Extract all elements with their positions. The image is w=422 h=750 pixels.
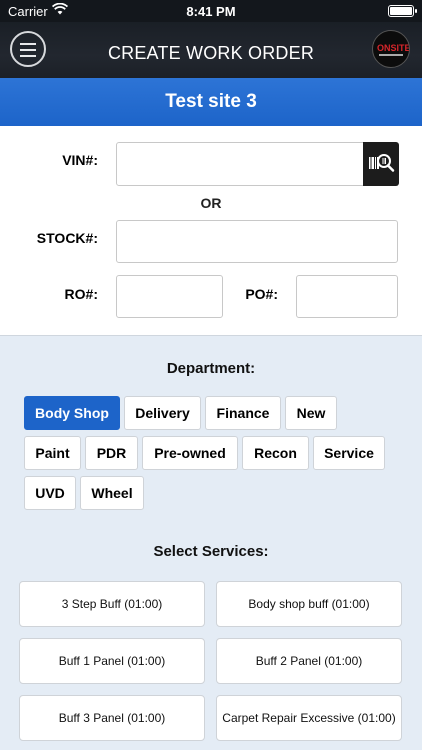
barcode-scan-icon — [369, 154, 395, 172]
service-option[interactable]: Body shop buff (01:00) — [216, 581, 402, 627]
department-chip-body-shop[interactable]: Body Shop — [24, 396, 120, 430]
service-option[interactable]: Carpet Repair Excessive (01:00) — [216, 695, 402, 741]
department-chip-wheel[interactable]: Wheel — [80, 476, 144, 510]
service-option[interactable]: Buff 2 Panel (01:00) — [216, 638, 402, 684]
page-title: CREATE WORK ORDER — [107, 43, 315, 63]
barcode-scan-button[interactable] — [363, 142, 399, 186]
department-chip-delivery[interactable]: Delivery — [124, 396, 201, 430]
nav-bar: CREATE WORK ORDER ONSITE — [0, 22, 422, 78]
po-input[interactable] — [296, 275, 398, 318]
department-chip-pdr[interactable]: PDR — [85, 436, 138, 470]
department-chip-pre-owned[interactable]: Pre-owned — [142, 436, 238, 470]
services-heading: Select Services: — [153, 543, 269, 560]
ro-label: RO#: — [64, 286, 98, 302]
department-chip-finance[interactable]: Finance — [205, 396, 281, 430]
status-bar: Carrier 8:41 PM — [0, 0, 422, 22]
clock: 8:41 PM — [186, 4, 236, 19]
company-logo[interactable]: ONSITE — [372, 30, 410, 68]
department-heading: Department: — [166, 360, 256, 377]
logo-text: ONSITE — [377, 43, 410, 53]
hamburger-icon — [20, 43, 36, 45]
vin-label: VIN#: — [62, 152, 98, 168]
department-chip-paint[interactable]: Paint — [24, 436, 81, 470]
service-option[interactable]: 3 Step Buff (01:00) — [19, 581, 205, 627]
site-name-banner: Test site 3 — [0, 78, 422, 126]
vin-input[interactable] — [116, 142, 366, 186]
ro-input[interactable] — [116, 275, 223, 318]
department-chip-uvd[interactable]: UVD — [24, 476, 76, 510]
stock-input[interactable] — [116, 220, 398, 263]
stock-label: STOCK#: — [36, 230, 98, 246]
department-chip-new[interactable]: New — [285, 396, 337, 430]
menu-button[interactable] — [10, 31, 46, 67]
selection-panel: Department: Body Shop Delivery Finance N… — [0, 335, 422, 750]
department-chip-service[interactable]: Service — [313, 436, 385, 470]
po-label: PO#: — [245, 286, 278, 302]
service-option[interactable]: Buff 3 Panel (01:00) — [19, 695, 205, 741]
or-separator: OR — [200, 195, 222, 211]
service-option[interactable]: Buff 1 Panel (01:00) — [19, 638, 205, 684]
department-chip-recon[interactable]: Recon — [242, 436, 309, 470]
battery-icon — [388, 5, 417, 17]
